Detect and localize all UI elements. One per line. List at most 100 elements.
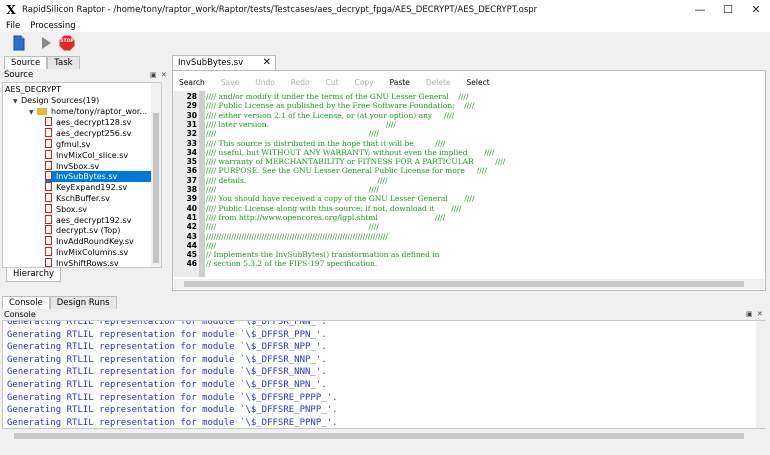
code-line[interactable]: //// You should have received a copy of … [206,194,474,203]
new-file-button[interactable] [10,34,28,52]
code-line[interactable]: //// //// [206,222,379,231]
tree-item[interactable]: decrypt.sv (Top) [45,225,151,236]
file-icon [45,182,52,192]
code-line[interactable]: ////////////////////////////////////////… [206,232,388,241]
app-logo-icon: X [6,2,16,17]
close-tab-icon[interactable]: ✕ [263,56,271,70]
editor-hscrollbar-thumb[interactable] [184,281,744,287]
tree-item[interactable]: InvAddRoundKey.sv [45,236,151,247]
code-line[interactable]: //// //// [206,185,379,194]
editor-select-button[interactable]: Select [459,77,498,89]
code-line[interactable]: //// details. //// [206,176,387,185]
line-number: 42 [186,222,197,232]
tab-source[interactable]: Source [4,56,48,69]
code-line[interactable]: //// Public License as published by the … [206,101,474,110]
code-line[interactable]: //// later version. //// [206,120,396,129]
menu-bar: File Processing [0,19,770,32]
code-line[interactable]: //// This source is distributed in the h… [206,139,445,148]
line-number: 40 [186,203,197,213]
code-line[interactable]: //// //// [206,129,379,138]
expand-arrow-icon[interactable]: ▼ [29,108,37,119]
menu-processing[interactable]: Processing [30,21,75,31]
left-panel-tabs: Source Task [4,56,80,69]
expand-arrow-icon[interactable]: ▼ [13,97,21,108]
main-toolbar: STOP [0,32,770,54]
console-output[interactable]: Generating RTLIL representation for modu… [2,320,766,429]
editor-save-button[interactable]: Save [213,77,247,89]
tree-item[interactable]: ▼ home/tony/raptor_wor... [29,107,151,118]
line-number: 34 [186,147,197,157]
tab-design-runs[interactable]: Design Runs [49,296,117,309]
console-line: Generating RTLIL representation for modu… [7,380,327,390]
file-icon [45,160,52,170]
line-number: 44 [186,240,197,250]
editor-cut-button[interactable]: Cut [318,77,347,89]
line-number: 43 [186,231,197,241]
tree-item-label: KschBuffer.sv [56,194,110,203]
console-dock-buttons[interactable]: ▣ ✕ [746,309,764,320]
tree-item-label: InvMixCol_slice.sv [56,150,129,160]
document-icon [13,35,25,51]
file-icon [45,214,52,224]
tree-item[interactable]: InvShiftRows.sv [45,257,151,267]
tree-item[interactable]: InvSubBytes.sv [45,171,151,183]
tree-item[interactable]: InvMixColumns.sv [45,247,151,258]
code-line[interactable]: //// [206,241,216,250]
tree-item[interactable]: aes_decrypt128.sv [45,117,151,128]
tree-item[interactable]: KeyExpand192.sv [45,182,151,193]
bottom-panel-tabs: Console Design Runs [2,296,117,309]
tree-item[interactable]: KschBuffer.sv [45,193,151,204]
console-hscrollbar-thumb[interactable] [14,433,744,439]
editor-toolbar: Search Save Undo Redo Cut Copy Paste Delete Sele… [173,77,765,89]
code-line[interactable]: //// Public License along with this sour… [206,204,461,213]
tree-item[interactable]: ▼ Design Sources(19) [13,96,151,107]
tree-item-label: KeyExpand192.sv [56,183,128,193]
code-line[interactable]: //// warranty of MERCHANTABILITY or FITN… [206,157,505,166]
tree-item[interactable]: InvSbox.sv [45,160,151,172]
tree-scrollbar-thumb[interactable] [153,113,159,263]
tree-item[interactable]: Sbox.sv [45,203,151,215]
console-line: Generating RTLIL representation for modu… [7,392,338,403]
editor-tab-invsubbytes[interactable]: InvSubBytes.sv ✕ [172,55,276,70]
file-icon [45,117,52,127]
file-icon [45,193,52,202]
code-line[interactable]: //// either version 2.1 of the License, … [206,111,454,120]
tree-item[interactable]: aes_decrypt256.sv [45,128,151,139]
console-vscrollbar[interactable] [756,321,766,428]
maximize-button[interactable]: ☐ [714,0,742,19]
code-line[interactable]: //// useful, but WITHOUT ANY WARRANTY; w… [206,148,494,157]
close-button[interactable]: ✕ [742,0,770,19]
code-line[interactable]: //// from http://www.opencores.org/lgpl.… [206,213,445,222]
editor-copy-button[interactable]: Copy [347,77,382,89]
folder-icon [37,107,47,115]
tab-task[interactable]: Task [47,56,80,69]
editor-paste-button[interactable]: Paste [382,77,418,89]
code-line[interactable]: // Implements the InvSubBytes() transfor… [206,250,440,259]
tab-hierarchy[interactable]: Hierarchy [6,268,62,282]
menu-file[interactable]: File [6,21,20,31]
editor-undo-button[interactable]: Undo [247,77,283,89]
code-line[interactable]: //// and/or modify it under the terms of… [206,92,468,101]
tree-item[interactable]: aes_decrypt192.sv [45,214,151,226]
line-number: 41 [186,212,197,222]
line-number: 36 [186,166,197,176]
file-icon [45,225,52,235]
source-panel-title: Source [4,70,34,80]
stop-button[interactable]: STOP [58,34,76,52]
editor-redo-button[interactable]: Redo [283,77,318,89]
tab-console[interactable]: Console [2,296,50,309]
minimize-button[interactable]: — [686,0,714,19]
code-line[interactable]: // section 5.3.2 of the FIPS-197 specifi… [206,259,377,268]
editor-search-button[interactable]: Search [173,77,213,89]
editor-delete-button[interactable]: Delete [418,77,459,89]
line-number: 37 [186,175,197,185]
line-number: 28 [186,92,197,101]
run-button[interactable] [37,34,55,52]
code-line[interactable]: //// PURPOSE. See the GNU Lesser General… [206,166,487,175]
tree-item[interactable]: InvMixCol_slice.sv [45,149,151,161]
tree-item-label: InvAddRoundKey.sv [56,237,134,247]
file-icon [45,247,52,256]
tree-item[interactable]: gfmul.sv [45,139,151,150]
source-dock-buttons[interactable]: ▣ ✕ [150,69,168,81]
tree-item[interactable]: AES_DECRYPT [5,85,151,96]
